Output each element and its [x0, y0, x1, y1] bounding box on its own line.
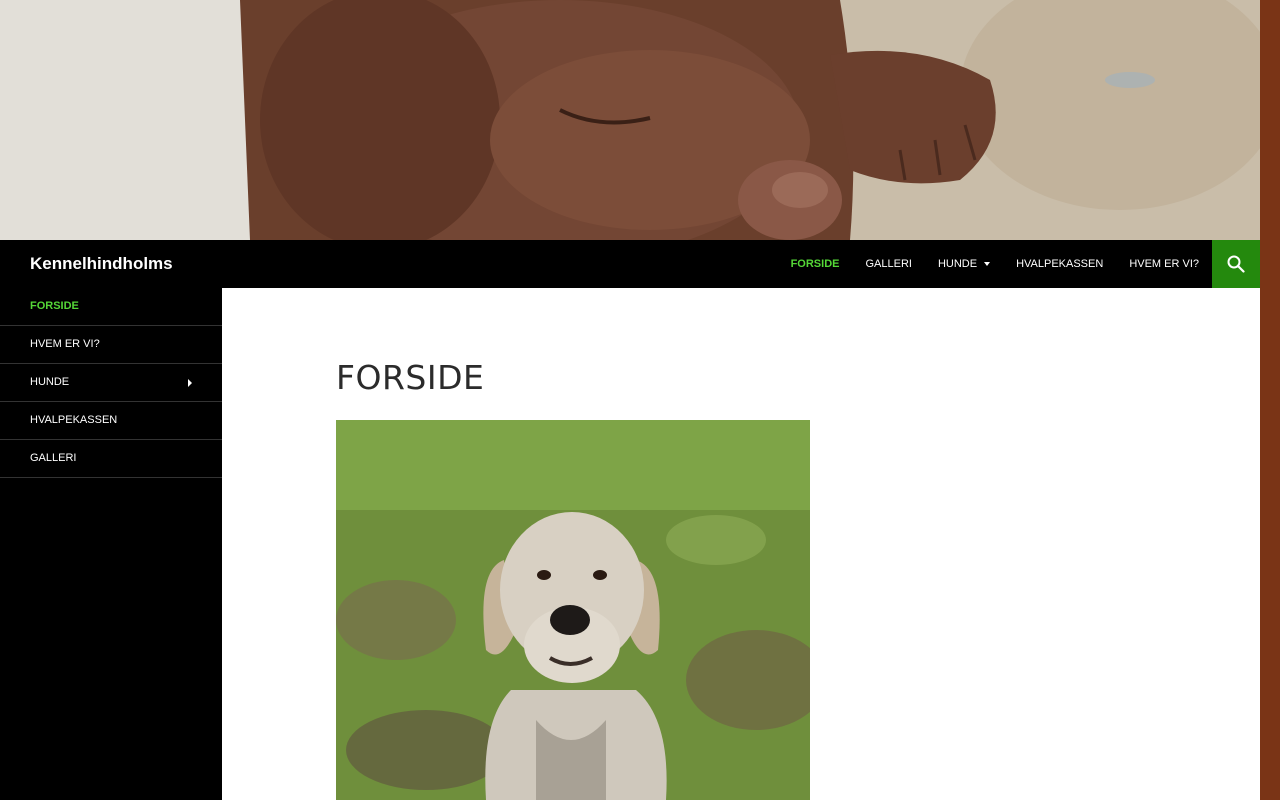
caret-down-icon — [984, 262, 991, 266]
sidebar-item-label: GALLERI — [30, 452, 77, 464]
sidebar-item-label: HUNDE — [30, 376, 70, 388]
top-nav-forside[interactable]: FORSIDE — [778, 240, 853, 288]
top-nav-hvem-er-vi[interactable]: HVEM ER VI? — [1116, 240, 1212, 288]
sidebar: FORSIDE HVEM ER VI? HUNDE HVALPEKASSEN G… — [0, 288, 222, 800]
sidebar-item-hunde[interactable]: HUNDE — [0, 364, 222, 402]
sidebar-item-label: HVEM ER VI? — [30, 338, 100, 350]
sidebar-item-galleri[interactable]: GALLERI — [0, 440, 222, 478]
top-nav-label: FORSIDE — [790, 258, 840, 270]
masthead: Kennelhindholms FORSIDE GALLERI HUNDE HV… — [0, 240, 1260, 288]
top-nav-label: HVEM ER VI? — [1129, 258, 1199, 270]
dog-photo — [336, 420, 810, 800]
sidebar-item-label: FORSIDE — [30, 300, 79, 312]
page: Kennelhindholms FORSIDE GALLERI HUNDE HV… — [0, 0, 1260, 800]
sidebar-item-hvalpekassen[interactable]: HVALPEKASSEN — [0, 402, 222, 440]
page-title: FORSIDE — [336, 358, 485, 397]
search-toggle-button[interactable] — [1212, 240, 1260, 288]
main-content: FORSIDE — [222, 288, 1260, 800]
sidebar-item-forside[interactable]: FORSIDE — [0, 288, 222, 326]
sidebar-navigation: FORSIDE HVEM ER VI? HUNDE HVALPEKASSEN G… — [0, 288, 222, 478]
top-nav-hunde[interactable]: HUNDE — [925, 240, 1003, 288]
site-title[interactable]: Kennelhindholms — [30, 240, 173, 288]
top-nav-hvalpekassen[interactable]: HVALPEKASSEN — [1003, 240, 1116, 288]
caret-right-icon — [188, 379, 192, 387]
top-nav-label: GALLERI — [865, 258, 912, 270]
search-icon — [1227, 255, 1245, 273]
sidebar-item-label: HVALPEKASSEN — [30, 414, 118, 426]
sidebar-item-hvem-er-vi[interactable]: HVEM ER VI? — [0, 326, 222, 364]
top-nav-galleri[interactable]: GALLERI — [852, 240, 924, 288]
primary-navigation: FORSIDE GALLERI HUNDE HVALPEKASSEN HVEM … — [778, 240, 1212, 288]
top-nav-label: HUNDE — [937, 258, 978, 270]
header-image — [0, 0, 1260, 240]
top-nav-label: HVALPEKASSEN — [1016, 258, 1104, 270]
